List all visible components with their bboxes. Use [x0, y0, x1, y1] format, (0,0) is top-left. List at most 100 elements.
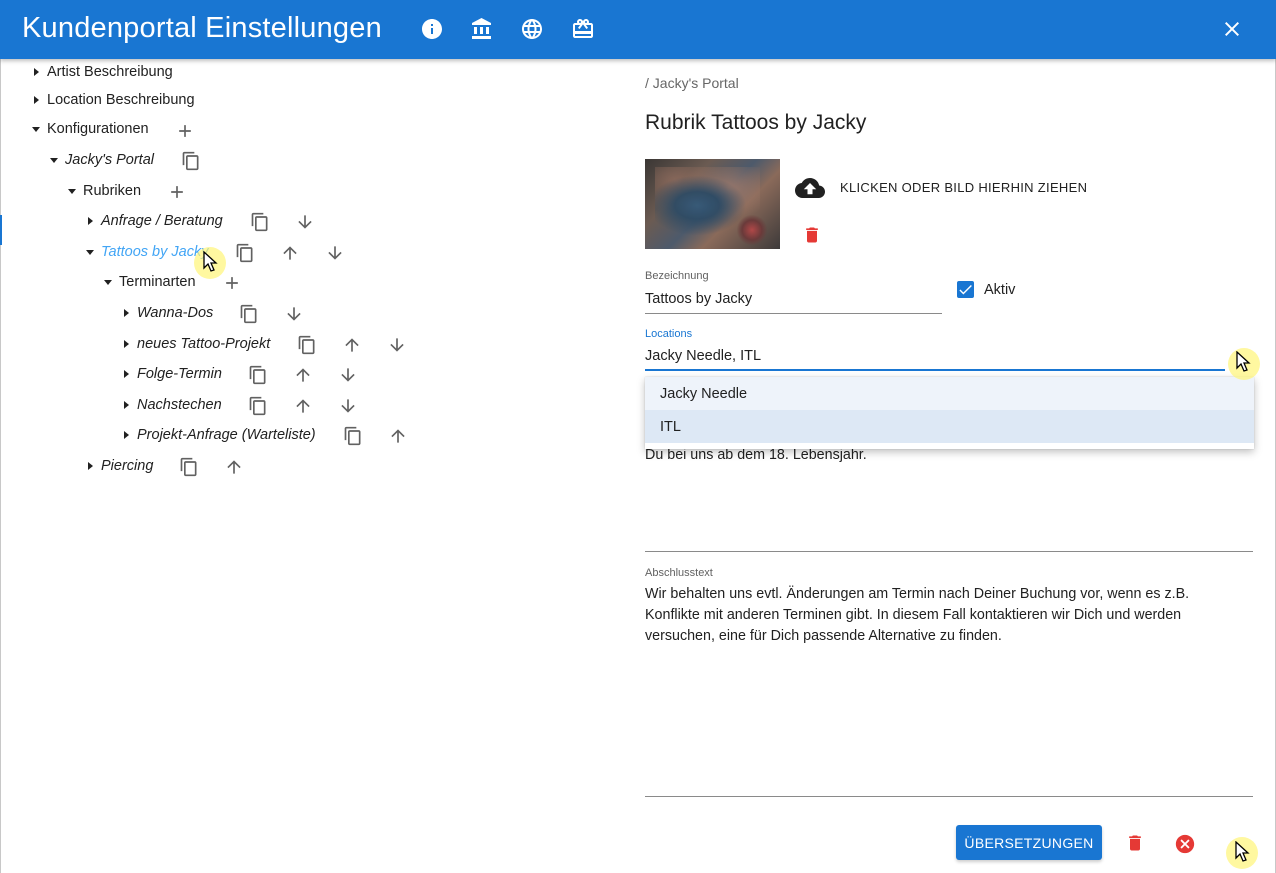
tree-node-rubriken[interactable]: Rubriken	[65, 177, 141, 205]
tree-node-label[interactable]: Piercing	[101, 458, 153, 474]
tree-node-terminarten[interactable]: Terminarten	[101, 268, 196, 296]
tree-node-label[interactable]: Nachstechen	[137, 397, 222, 413]
cancel-icon[interactable]	[1174, 833, 1196, 855]
tree-node-piercing[interactable]: Piercing	[83, 452, 153, 480]
copy-icon[interactable]	[234, 242, 256, 264]
category-image[interactable]	[645, 159, 780, 249]
bezeichnung-input[interactable]: Tattoos by Jacky	[645, 291, 752, 307]
abschlusstext-textarea[interactable]: Wir behalten uns evtl. Änderungen am Ter…	[645, 584, 1245, 647]
tree-node-tattoos[interactable]: Tattoos by Jacky	[83, 238, 208, 266]
tree-node-label[interactable]: Folge-Termin	[137, 366, 222, 382]
caret-right-icon[interactable]	[83, 214, 97, 228]
add-icon[interactable]	[174, 120, 196, 142]
delete-icon[interactable]	[1125, 832, 1145, 854]
copy-icon[interactable]	[249, 211, 271, 233]
arrow-down-icon[interactable]	[294, 211, 316, 233]
copy-icon[interactable]	[342, 425, 364, 447]
tree-node-location[interactable]: Location Beschreibung	[29, 86, 195, 114]
caret-right-icon[interactable]	[119, 306, 133, 320]
caret-down-icon[interactable]	[47, 153, 61, 167]
arrow-down-icon[interactable]	[386, 334, 408, 356]
header-bar: Kundenportal Einstellungen	[0, 0, 1276, 59]
tree-node-label[interactable]: Konfigurationen	[47, 121, 149, 137]
card-giftcard-icon[interactable]	[571, 17, 595, 41]
bezeichnung-label: Bezeichnung	[645, 270, 709, 282]
globe-icon[interactable]	[520, 17, 544, 41]
tree-node-label[interactable]: Wanna-Dos	[137, 305, 213, 321]
arrow-up-icon[interactable]	[292, 364, 314, 386]
tree-node-label[interactable]: Anfrage / Beratung	[101, 213, 223, 229]
breadcrumb[interactable]: / Jacky's Portal	[645, 75, 739, 91]
arrow-up-icon[interactable]	[223, 456, 245, 478]
caret-right-icon[interactable]	[119, 428, 133, 442]
arrow-up-icon[interactable]	[279, 242, 301, 264]
arrow-down-icon[interactable]	[283, 303, 305, 325]
dropdown-option[interactable]: ITL	[645, 410, 1254, 443]
locations-dropdown: Jacky Needle ITL	[645, 377, 1254, 449]
caret-down-icon[interactable]	[65, 184, 79, 198]
caret-right-icon[interactable]	[119, 398, 133, 412]
mouse-cursor-icon	[1236, 350, 1252, 373]
copy-icon[interactable]	[238, 303, 260, 325]
tree-node-wanna-dos[interactable]: Wanna-Dos	[119, 299, 213, 327]
caret-right-icon[interactable]	[83, 459, 97, 473]
dropdown-option[interactable]: Jacky Needle	[645, 377, 1254, 410]
tree-node-nachstechen[interactable]: Nachstechen	[119, 391, 222, 419]
tree-node-neues-projekt[interactable]: neues Tattoo-Projekt	[119, 330, 270, 358]
tree-node-konfigurationen[interactable]: Konfigurationen	[29, 115, 149, 143]
add-icon[interactable]	[221, 272, 243, 294]
translations-button[interactable]: ÜBERSETZUNGEN	[956, 825, 1102, 860]
copy-icon[interactable]	[247, 364, 269, 386]
locations-select[interactable]: Jacky Needle, ITL	[645, 348, 761, 364]
aktiv-checkbox[interactable]	[957, 281, 974, 298]
copy-icon[interactable]	[296, 334, 318, 356]
page-title: Kundenportal Einstellungen	[22, 12, 382, 44]
tree-node-label[interactable]: Artist Beschreibung	[47, 64, 173, 80]
tree-node-artist[interactable]: Artist Beschreibung	[29, 58, 173, 86]
delete-image-icon[interactable]	[802, 224, 822, 246]
close-icon[interactable]	[1220, 17, 1244, 41]
description-underline	[645, 551, 1253, 552]
copy-icon[interactable]	[247, 395, 269, 417]
tree-node-label[interactable]: Jacky's Portal	[65, 152, 154, 168]
arrow-up-icon[interactable]	[341, 334, 363, 356]
arrow-down-icon[interactable]	[337, 364, 359, 386]
arrow-down-icon[interactable]	[324, 242, 346, 264]
caret-down-icon[interactable]	[83, 245, 97, 259]
caret-right-icon[interactable]	[119, 367, 133, 381]
tree-node-anfrage[interactable]: Anfrage / Beratung	[83, 207, 223, 235]
tree-node-folge-termin[interactable]: Folge-Termin	[119, 360, 222, 388]
tree-node-label[interactable]: Location Beschreibung	[47, 92, 195, 108]
upload-dropzone-label[interactable]: KLICKEN ODER BILD HIERHIN ZIEHEN	[840, 180, 1087, 195]
tree-node-label[interactable]: Terminarten	[119, 274, 196, 290]
locations-label: Locations	[645, 328, 693, 340]
caret-down-icon[interactable]	[29, 122, 43, 136]
tree-node-label[interactable]: neues Tattoo-Projekt	[137, 336, 270, 352]
abschlusstext-underline	[645, 796, 1253, 797]
copy-icon[interactable]	[180, 150, 202, 172]
bezeichnung-underline	[645, 313, 942, 314]
caret-right-icon[interactable]	[29, 93, 43, 107]
arrow-up-icon[interactable]	[292, 395, 314, 417]
locations-underline	[645, 369, 1225, 371]
copy-icon[interactable]	[178, 456, 200, 478]
left-edge-marker	[0, 215, 2, 245]
info-icon[interactable]	[420, 17, 444, 41]
arrow-down-icon[interactable]	[337, 395, 359, 417]
mouse-cursor-icon	[1235, 840, 1251, 863]
tree-node-label[interactable]: Projekt-Anfrage (Warteliste)	[137, 427, 316, 443]
tree-node-label[interactable]: Tattoos by Jacky	[101, 244, 208, 260]
detail-title: Rubrik Tattoos by Jacky	[645, 111, 867, 134]
tree-node-portal[interactable]: Jacky's Portal	[47, 146, 154, 174]
add-icon[interactable]	[166, 181, 188, 203]
mouse-cursor-icon	[203, 250, 219, 273]
tree-node-projekt-anfrage[interactable]: Projekt-Anfrage (Warteliste)	[119, 421, 316, 449]
caret-right-icon[interactable]	[119, 337, 133, 351]
tree-node-label[interactable]: Rubriken	[83, 183, 141, 199]
caret-right-icon[interactable]	[29, 65, 43, 79]
cloud-upload-icon[interactable]	[793, 173, 827, 203]
aktiv-label[interactable]: Aktiv	[984, 282, 1015, 298]
caret-down-icon[interactable]	[101, 275, 115, 289]
arrow-up-icon[interactable]	[387, 425, 409, 447]
bank-icon[interactable]	[470, 17, 494, 41]
